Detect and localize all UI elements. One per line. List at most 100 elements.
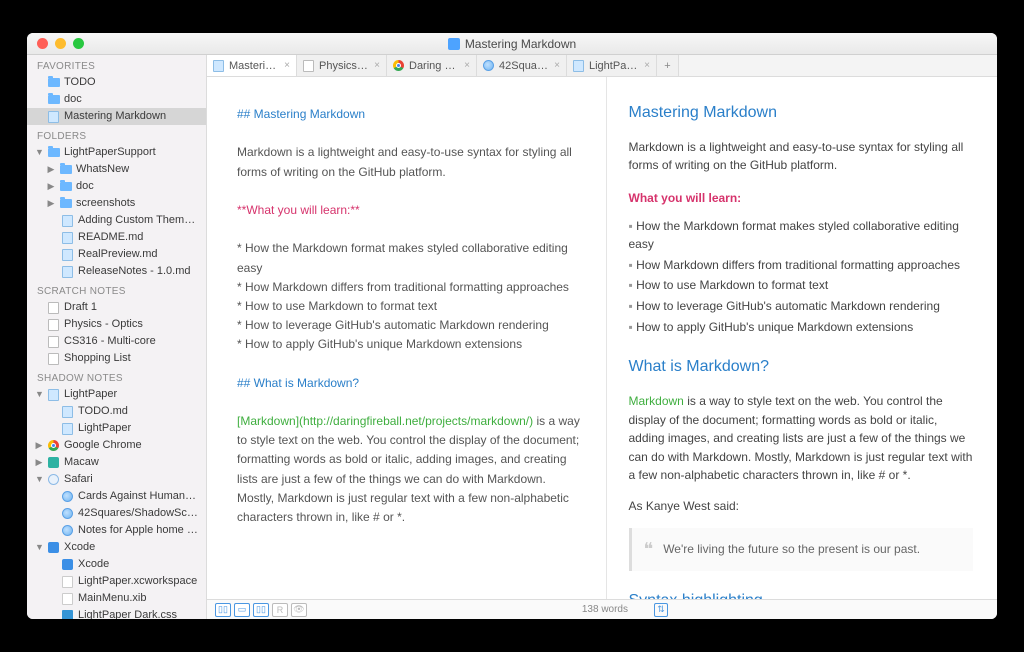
preview-heading: Syntax highlighting [629, 589, 974, 599]
tabstrip: Mastering Mar...× Physics -...× Daring F… [207, 55, 997, 77]
tab-mastering[interactable]: Mastering Mar...× [207, 55, 297, 76]
editor-bold: **What you will learn:** [237, 201, 582, 220]
sidebar-item-chrome[interactable]: ▶Google Chrome [27, 437, 206, 454]
chevron-down-icon: ▼ [35, 145, 43, 160]
list-item: How to leverage GitHub's automatic Markd… [629, 296, 974, 317]
preview-list: How the Markdown format makes styled col… [629, 216, 974, 338]
statusbar: ▯▯ ▭ ▯▯ R 👁 138 words ⇅ [207, 599, 997, 619]
preview-text: As Kanye West said: [629, 497, 974, 516]
sidebar-item-42squares[interactable]: 42Squares/ShadowScripts · GitHub [27, 505, 206, 522]
sidebar-item-lightpaper[interactable]: ▼LightPaper [27, 386, 206, 403]
sidebar-item-xcode[interactable]: ▼Xcode [27, 539, 206, 556]
close-icon: × [554, 60, 560, 71]
close-icon: × [644, 60, 650, 71]
sidebar-section-favorites: FAVORITES [27, 55, 206, 74]
sidebar-item-mastering-markdown[interactable]: Mastering Markdown [27, 108, 206, 125]
editor-bullet: * How to leverage GitHub's automatic Mar… [237, 316, 582, 335]
layout-toggle-button[interactable]: ▭ [234, 603, 250, 617]
sidebar-item-safari[interactable]: ▼Safari [27, 471, 206, 488]
word-count: 138 words [582, 604, 636, 615]
sidebar-item-draft1[interactable]: Draft 1 [27, 299, 206, 316]
list-item: How to use Markdown to format text [629, 275, 974, 296]
sidebar-item-workspace[interactable]: LightPaper.xcworkspace [27, 573, 206, 590]
window-controls [27, 38, 84, 49]
editor-pane[interactable]: ## Mastering Markdown Markdown is a ligh… [207, 77, 607, 599]
sidebar-item-apple-notes[interactable]: Notes for Apple home page [27, 522, 206, 539]
editor-text: [Markdown](http://daringfireball.net/pro… [237, 412, 582, 527]
layout-toggle-button[interactable]: ▯▯ [215, 603, 231, 617]
sidebar-item-lightpapersupport[interactable]: ▼LightPaperSupport [27, 144, 206, 161]
sidebar-item-darkcss[interactable]: LightPaper Dark.css [27, 607, 206, 619]
raw-toggle-button[interactable]: R [272, 603, 288, 617]
chevron-right-icon: ▶ [47, 179, 55, 194]
sidebar-item-shopping[interactable]: Shopping List [27, 350, 206, 367]
sidebar-item-mainmenu[interactable]: MainMenu.xib [27, 590, 206, 607]
list-item: How to apply GitHub's unique Markdown ex… [629, 317, 974, 338]
sidebar-section-folders: FOLDERS [27, 125, 206, 144]
preview-heading: What is Markdown? [629, 355, 974, 380]
blockquote: ❝We're living the future so the present … [629, 528, 974, 572]
editor-heading: ## What is Markdown? [237, 374, 582, 393]
chevron-right-icon: ▶ [47, 196, 55, 211]
preview-subhead: What you will learn: [629, 189, 974, 208]
layout-toggle-button[interactable]: ▯▯ [253, 603, 269, 617]
quote-icon: ❝ [644, 536, 654, 564]
sidebar-item-realpreview[interactable]: RealPreview.md [27, 246, 206, 263]
tab-add-button[interactable]: + [657, 55, 679, 76]
sidebar-item-macaw[interactable]: ▶Macaw [27, 454, 206, 471]
sidebar-section-scratch: SCRATCH NOTES [27, 280, 206, 299]
sidebar-item-doc[interactable]: doc [27, 91, 206, 108]
tab-42square[interactable]: 42Square...× [477, 55, 567, 76]
tab-physics[interactable]: Physics -...× [297, 55, 387, 76]
editor-bullet: * How Markdown differs from traditional … [237, 278, 582, 297]
eye-icon[interactable]: 👁 [291, 603, 307, 617]
sidebar-item-adding-themes[interactable]: Adding Custom Themes.md [27, 212, 206, 229]
chevron-down-icon: ▼ [35, 540, 43, 555]
titlebar: Mastering Markdown [27, 33, 997, 55]
list-item: How Markdown differs from traditional fo… [629, 255, 974, 276]
window-title: Mastering Markdown [27, 37, 997, 51]
preview-pane[interactable]: Mastering Markdown Markdown is a lightwe… [607, 77, 998, 599]
sync-scroll-button[interactable]: ⇅ [654, 603, 668, 617]
chevron-down-icon: ▼ [35, 387, 43, 402]
preview-text: Markdown is a lightweight and easy-to-us… [629, 138, 974, 175]
preview-heading: Mastering Markdown [629, 101, 974, 126]
sidebar-item-physics[interactable]: Physics - Optics [27, 316, 206, 333]
chevron-right-icon: ▶ [35, 455, 43, 470]
doc-icon [448, 38, 460, 50]
sidebar-item-xcode2[interactable]: Xcode [27, 556, 206, 573]
close-icon: × [284, 60, 290, 71]
zoom-icon[interactable] [73, 38, 84, 49]
chevron-right-icon: ▶ [47, 162, 55, 177]
tab-lightpaper[interactable]: LightPaper× [567, 55, 657, 76]
minimize-icon[interactable] [55, 38, 66, 49]
sidebar-item-lightpaper2[interactable]: LightPaper [27, 420, 206, 437]
editor-bullet: * How to use Markdown to format text [237, 297, 582, 316]
sidebar-item-whatsnew[interactable]: ▶WhatsNew [27, 161, 206, 178]
sidebar-item-cs316[interactable]: CS316 - Multi-core [27, 333, 206, 350]
chevron-right-icon: ▶ [35, 438, 43, 453]
sidebar-section-shadow: SHADOW NOTES [27, 367, 206, 386]
sidebar-item-releasenotes[interactable]: ReleaseNotes - 1.0.md [27, 263, 206, 280]
editor-bullet: * How the Markdown format makes styled c… [237, 239, 582, 277]
close-icon: × [374, 60, 380, 71]
sidebar-item-readme[interactable]: README.md [27, 229, 206, 246]
editor-heading: ## Mastering Markdown [237, 105, 582, 124]
editor-bullet: * How to apply GitHub's unique Markdown … [237, 335, 582, 354]
sidebar-item-todo[interactable]: TODO [27, 74, 206, 91]
app-window: Mastering Markdown FAVORITES TODO doc Ma… [27, 33, 997, 619]
sidebar-item-doc2[interactable]: ▶doc [27, 178, 206, 195]
close-icon: × [464, 60, 470, 71]
close-icon[interactable] [37, 38, 48, 49]
markdown-link[interactable]: Markdown [629, 394, 684, 408]
preview-text: Markdown is a way to style text on the w… [629, 392, 974, 485]
sidebar-item-cards[interactable]: Cards Against Humanity is pretty... [27, 488, 206, 505]
title-text: Mastering Markdown [465, 37, 576, 51]
chevron-down-icon: ▼ [35, 472, 43, 487]
sidebar-item-todomd[interactable]: TODO.md [27, 403, 206, 420]
sidebar-item-screenshots[interactable]: ▶screenshots [27, 195, 206, 212]
list-item: How the Markdown format makes styled col… [629, 216, 974, 255]
sidebar[interactable]: FAVORITES TODO doc Mastering Markdown FO… [27, 55, 207, 619]
tab-daring[interactable]: Daring Fir...× [387, 55, 477, 76]
editor-text: Markdown is a lightweight and easy-to-us… [237, 143, 582, 181]
